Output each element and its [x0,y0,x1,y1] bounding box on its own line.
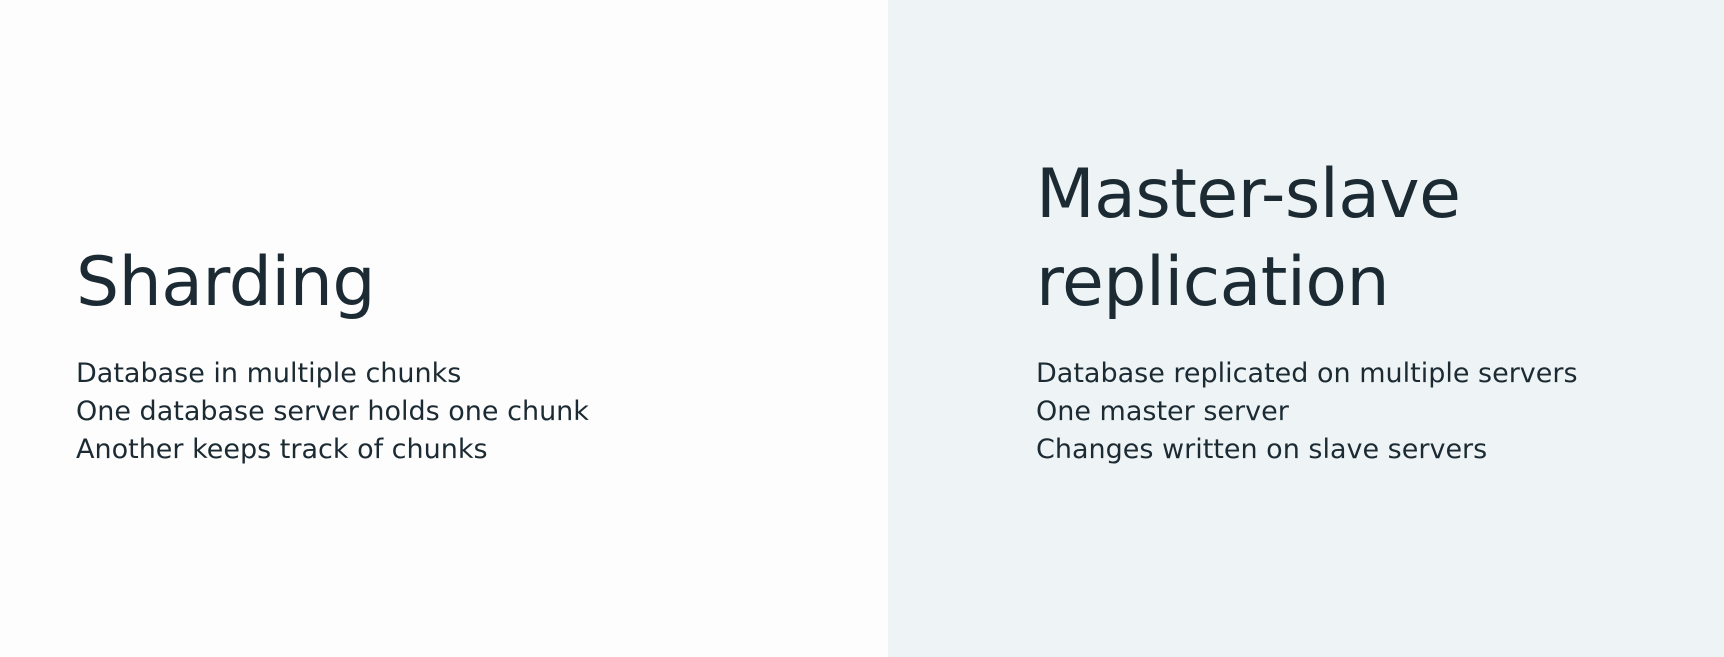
sharding-panel: Sharding Database in multiple chunks One… [0,0,888,657]
replication-point: One master server [1036,396,1289,427]
sharding-points: Database in multiple chunks One database… [76,355,868,469]
replication-points: Database replicated on multiple servers … [1036,355,1704,469]
sharding-title: Sharding [76,243,376,322]
sharding-point: Database in multiple chunks [76,358,462,389]
replication-point: Database replicated on multiple servers [1036,358,1578,389]
sharding-content: Sharding Database in multiple chunks One… [76,239,868,469]
replication-content: Master-slave replication Database replica… [1036,151,1704,469]
slide: Sharding Database in multiple chunks One… [0,0,1724,657]
replication-point: Changes written on slave servers [1036,434,1488,465]
replication-title-line: replication [1036,243,1390,322]
replication-title: Master-slave replication [1036,151,1704,327]
sharding-point: One database server holds one chunk [76,396,589,427]
replication-panel: Master-slave replication Database replica… [888,0,1724,657]
replication-title-line: Master-slave [1036,155,1461,234]
sharding-point: Another keeps track of chunks [76,434,488,465]
